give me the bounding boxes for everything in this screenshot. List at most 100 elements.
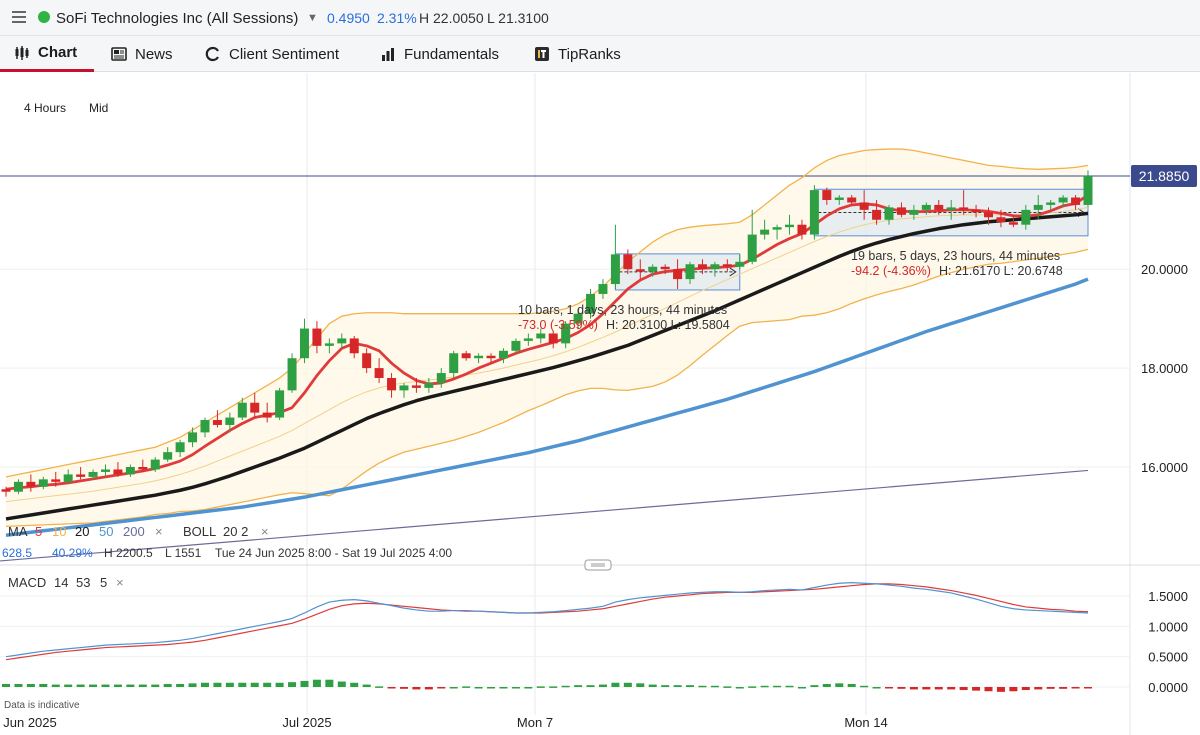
macd-y-tick-label: 1.0000 (1148, 619, 1188, 634)
macd-histogram-bar (437, 687, 446, 689)
macd-legend: MACD 14 53 5 × (8, 575, 124, 590)
macd-histogram-bar (835, 683, 844, 687)
candle-body (399, 385, 409, 391)
boll-params: 20 2 (223, 524, 248, 539)
tab-chart[interactable]: Chart (0, 36, 94, 72)
macd-histogram-bar (288, 682, 297, 687)
macd-histogram-bar (636, 683, 645, 687)
macd-histogram-bar (1084, 687, 1092, 689)
chevron-down-icon[interactable]: ▼ (307, 12, 318, 24)
candle-body (262, 412, 272, 418)
range-info: 628.5 40.29% H 2200.5 L 1551 Tue 24 Jun … (2, 546, 452, 560)
macd-histogram-bar (89, 684, 98, 687)
candle-body (1033, 204, 1043, 210)
tab-tipranks[interactable]: TipRanks (534, 36, 621, 72)
macd-histogram-bar (39, 683, 48, 687)
disclaimer: Data is indicative (4, 700, 80, 711)
candle-body (474, 355, 484, 359)
candle-body (163, 452, 173, 460)
macd-histogram-bar (698, 685, 707, 688)
candle-body (984, 212, 994, 218)
macd-histogram-bar (213, 682, 222, 687)
macd-remove-icon[interactable]: × (116, 575, 124, 590)
macd-histogram-bar (1046, 687, 1055, 689)
macd-histogram-bar (275, 682, 284, 687)
ma-remove-icon[interactable]: × (155, 524, 163, 539)
ma-label: MA (8, 524, 28, 539)
macd-histogram-bar (14, 683, 23, 687)
macd-histogram-bar (238, 682, 247, 687)
candle-body (125, 467, 135, 475)
last-price-label: 21.8850 (1139, 168, 1190, 184)
price-type-selector[interactable]: Mid (89, 101, 108, 115)
candle-body (312, 328, 322, 346)
candle-body (772, 227, 782, 230)
candle-body (797, 224, 807, 235)
x-tick-label: Mon 14 (844, 715, 887, 730)
macd-y-tick-label: 0.5000 (1148, 650, 1188, 665)
interval-selector[interactable]: 4 Hours (24, 101, 66, 115)
macd-y-tick-label: 0.0000 (1148, 680, 1188, 695)
macd-histogram-bar (735, 687, 744, 689)
macd-histogram-bar (263, 682, 272, 687)
macd-histogram-bar (1009, 687, 1018, 692)
candle-body (884, 207, 894, 220)
candle-body (100, 469, 110, 472)
candle-body (1, 489, 11, 492)
macd-histogram-bar (797, 687, 806, 689)
macd-histogram-bar (785, 685, 794, 688)
candle-body (138, 467, 148, 470)
macd-histogram-bar (549, 686, 558, 688)
boll-remove-icon[interactable]: × (261, 524, 269, 539)
macd-histogram-bar (113, 684, 122, 687)
candle-body (51, 479, 61, 482)
menu-icon[interactable] (12, 11, 26, 23)
candle-body (847, 197, 857, 203)
macd-histogram-bar (996, 687, 1005, 692)
macd-histogram-bar (586, 685, 595, 687)
candle-body (461, 353, 471, 359)
tab-fundamentals[interactable]: Fundamentals (380, 36, 499, 72)
candle-body (374, 368, 384, 378)
range-low: L 1551 (165, 546, 202, 560)
macd-histogram-bar (200, 682, 209, 687)
candle-body (673, 269, 683, 280)
candle-body (1083, 176, 1093, 205)
candle-body (909, 209, 919, 215)
macd-histogram-bar (499, 687, 508, 689)
chart-area[interactable]: 16.0000 18.0000 20.0000 0.0000 0.5000 1.0000 1… (0, 73, 1200, 735)
candle-body (212, 420, 222, 425)
candle-body (486, 355, 496, 359)
candle-body (63, 474, 73, 482)
sentiment-icon (205, 46, 219, 62)
ma-50-label: 50 (99, 524, 113, 539)
candle-body (26, 481, 36, 487)
macd-histogram-bar (897, 687, 906, 689)
macd-histogram-bar (1059, 687, 1068, 689)
tab-news[interactable]: News (111, 36, 173, 72)
candle-body (548, 333, 558, 344)
price-change: 0.4950 (327, 10, 370, 26)
macd-histogram-bar (847, 683, 856, 687)
candle-body (337, 338, 347, 344)
tab-client-sentiment[interactable]: Client Sentiment (205, 36, 339, 72)
macd-histogram-bar (487, 687, 496, 689)
macd-histogram-bar (922, 687, 931, 690)
panel-resize-handle[interactable] (584, 559, 612, 571)
macd-histogram-bar (760, 685, 769, 688)
measure-2-highlow: H: 21.6170 L: 20.6748 (939, 264, 1063, 278)
macd-histogram-bar (723, 686, 732, 688)
macd-histogram-bar (188, 683, 197, 687)
candle-body (76, 474, 86, 477)
candle-body (237, 402, 247, 418)
instrument-name[interactable]: SoFi Technologies Inc (All Sessions) (56, 10, 298, 27)
candlestick-icon (15, 45, 29, 60)
macd-histogram-bar (673, 685, 682, 687)
macd-histogram-bar (387, 687, 396, 689)
candle-body (362, 353, 372, 369)
macd-histogram-bar (250, 682, 259, 687)
candle-body (747, 234, 757, 262)
candle-body (449, 353, 459, 374)
macd-histogram-bar (151, 684, 160, 687)
macd-histogram-bar (561, 685, 570, 688)
